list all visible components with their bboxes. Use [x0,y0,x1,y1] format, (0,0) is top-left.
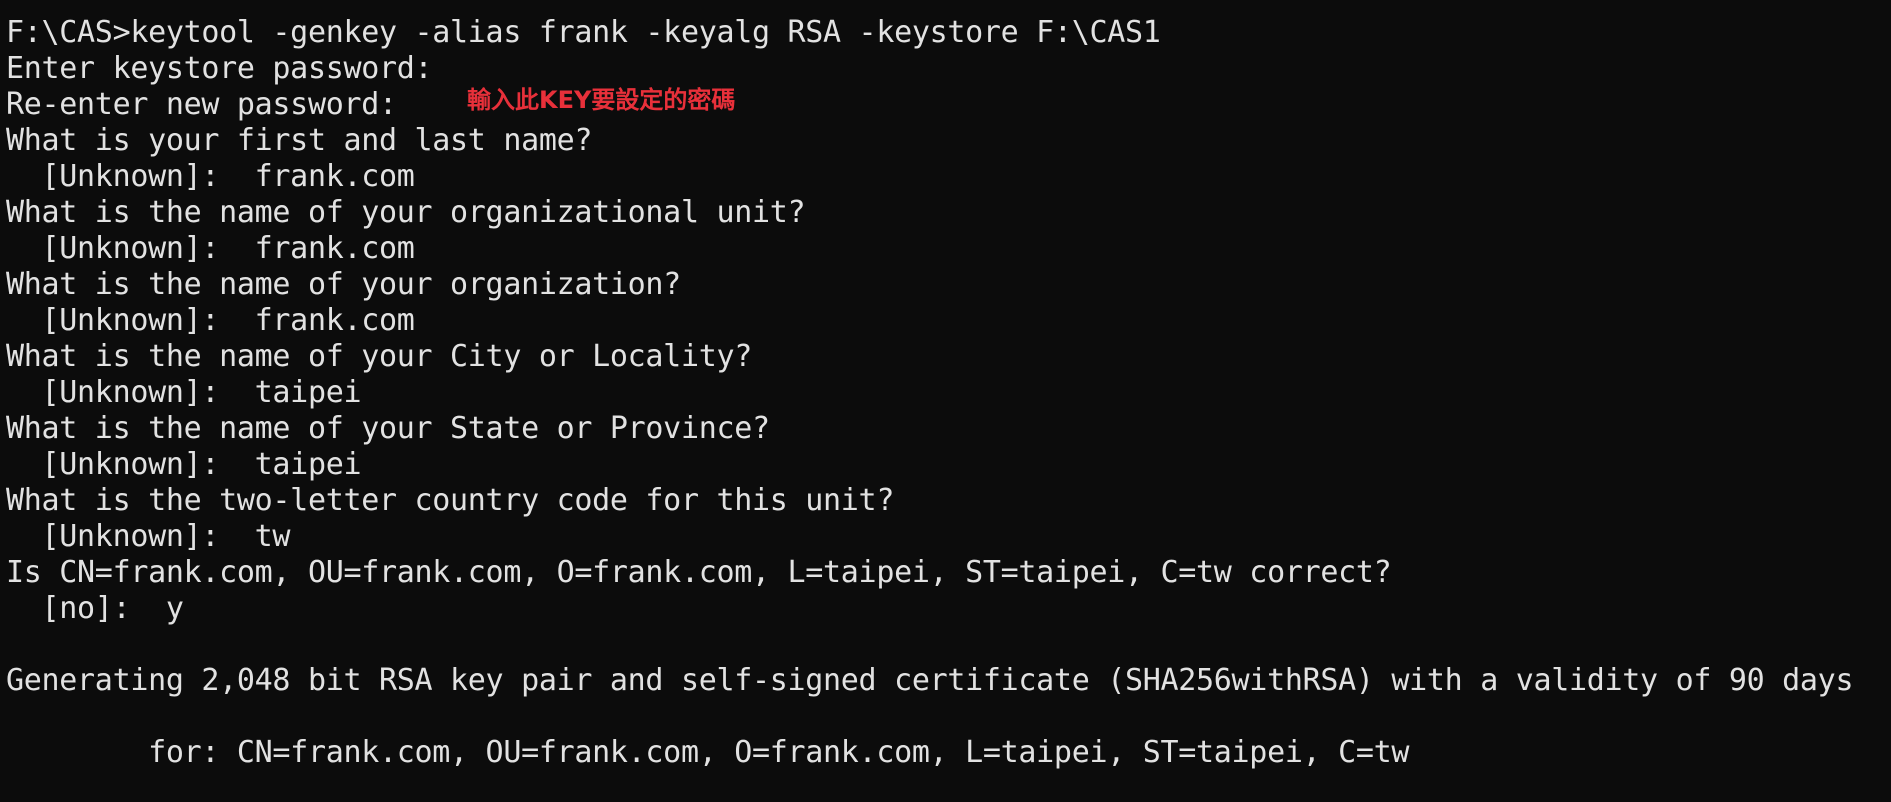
terminal-line: What is the two-letter country code for … [6,483,895,518]
terminal-line: F:\CAS>keytool -genkey -alias frank -key… [6,15,1161,50]
terminal-line: What is the name of your State or Provin… [6,411,770,446]
terminal-line: Enter keystore password: [6,51,433,86]
terminal-line: [Unknown]: taipei [6,375,362,410]
password-annotation: 輸入此KEY要設定的密碼 [467,86,736,114]
terminal-line: [Unknown]: frank.com [6,231,415,266]
terminal-line: Re-enter new password: [6,87,397,122]
terminal-line: What is the name of your organization? [6,267,681,302]
terminal-line: What is your first and last name? [6,123,593,158]
terminal-line: [Unknown]: tw [6,519,291,554]
terminal-line: [no]: y [6,591,184,626]
terminal-line: [Unknown]: frank.com [6,159,415,194]
terminal-window[interactable]: F:\CAS>keytool -genkey -alias frank -key… [0,0,1891,802]
terminal-line: What is the name of your organizational … [6,195,806,230]
terminal-line: Is CN=frank.com, OU=frank.com, O=frank.c… [6,555,1392,590]
terminal-output: F:\CAS>keytool -genkey -alias frank -key… [6,15,1891,771]
terminal-line: What is the name of your City or Localit… [6,339,752,374]
terminal-line: for: CN=frank.com, OU=frank.com, O=frank… [6,735,1410,770]
terminal-line: Generating 2,048 bit RSA key pair and se… [6,663,1854,698]
terminal-line: [Unknown]: taipei [6,447,362,482]
terminal-line: [Unknown]: frank.com [6,303,415,338]
